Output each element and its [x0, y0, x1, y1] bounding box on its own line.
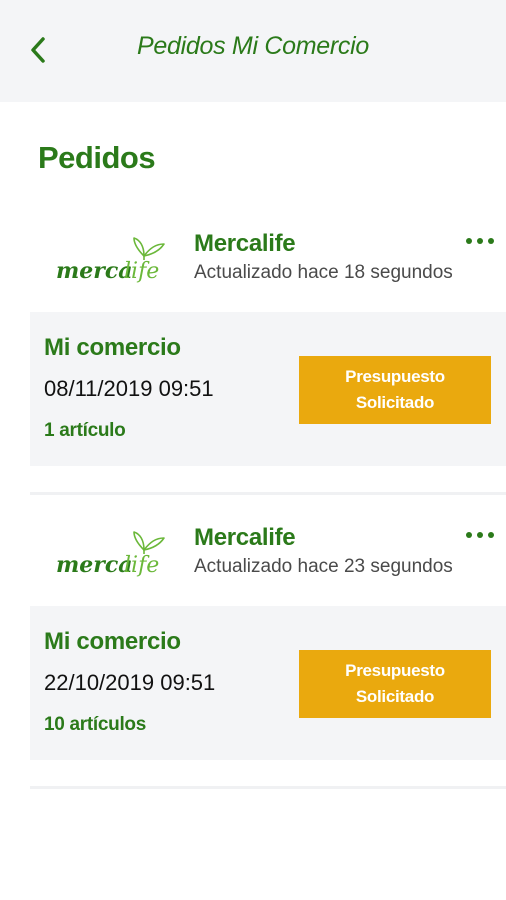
more-dot-icon	[466, 532, 472, 538]
last-updated-text: Actualizado hace 18 segundos	[194, 262, 453, 283]
svg-text:life: life	[124, 553, 159, 578]
order-date: 22/10/2019 09:51	[44, 670, 216, 695]
order-details-panel[interactable]: Mi comercio 22/10/2019 09:51 10 artículo…	[30, 606, 506, 760]
store-header: merca life Mercalife Actualizado hace 18…	[30, 218, 506, 304]
section-title: Pedidos	[38, 140, 156, 175]
status-badge: Presupuesto Solicitado	[299, 650, 491, 718]
status-badge: Presupuesto Solicitado	[299, 356, 491, 424]
divider	[30, 786, 506, 789]
more-dot-icon	[477, 532, 483, 538]
items-count: 1 artículo	[44, 420, 126, 441]
items-count: 10 artículos	[44, 714, 147, 735]
commerce-name: Mi comercio	[44, 628, 181, 655]
status-label: Presupuesto Solicitado	[345, 661, 445, 706]
more-dot-icon	[466, 238, 472, 244]
store-name: Mercalife	[194, 230, 296, 257]
commerce-name: Mi comercio	[44, 334, 181, 361]
more-dot-icon	[488, 238, 494, 244]
more-options-button[interactable]	[466, 526, 494, 544]
svg-text:merca: merca	[56, 258, 133, 284]
order-date: 08/11/2019 09:51	[44, 376, 214, 401]
more-dot-icon	[477, 238, 483, 244]
svg-text:life: life	[124, 259, 159, 284]
page-title: Pedidos Mi Comercio	[137, 32, 369, 60]
store-header: merca life Mercalife Actualizado hace 23…	[30, 512, 506, 598]
status-label: Presupuesto Solicitado	[345, 367, 445, 412]
app-screen: Pedidos Mi Comercio Pedidos merca life M…	[0, 0, 506, 900]
store-logo: merca life	[54, 524, 172, 580]
store-logo: merca life	[54, 230, 172, 286]
store-name: Mercalife	[194, 524, 296, 551]
last-updated-text: Actualizado hace 23 segundos	[194, 556, 453, 577]
svg-text:merca: merca	[56, 552, 133, 578]
order-details-panel[interactable]: Mi comercio 08/11/2019 09:51 1 artículo …	[30, 312, 506, 466]
order-card[interactable]: merca life Mercalife Actualizado hace 18…	[30, 218, 506, 466]
more-dot-icon	[488, 532, 494, 538]
more-options-button[interactable]	[466, 232, 494, 250]
order-card[interactable]: merca life Mercalife Actualizado hace 23…	[30, 512, 506, 760]
divider	[30, 492, 506, 495]
navigation-bar: Pedidos Mi Comercio	[0, 0, 506, 102]
